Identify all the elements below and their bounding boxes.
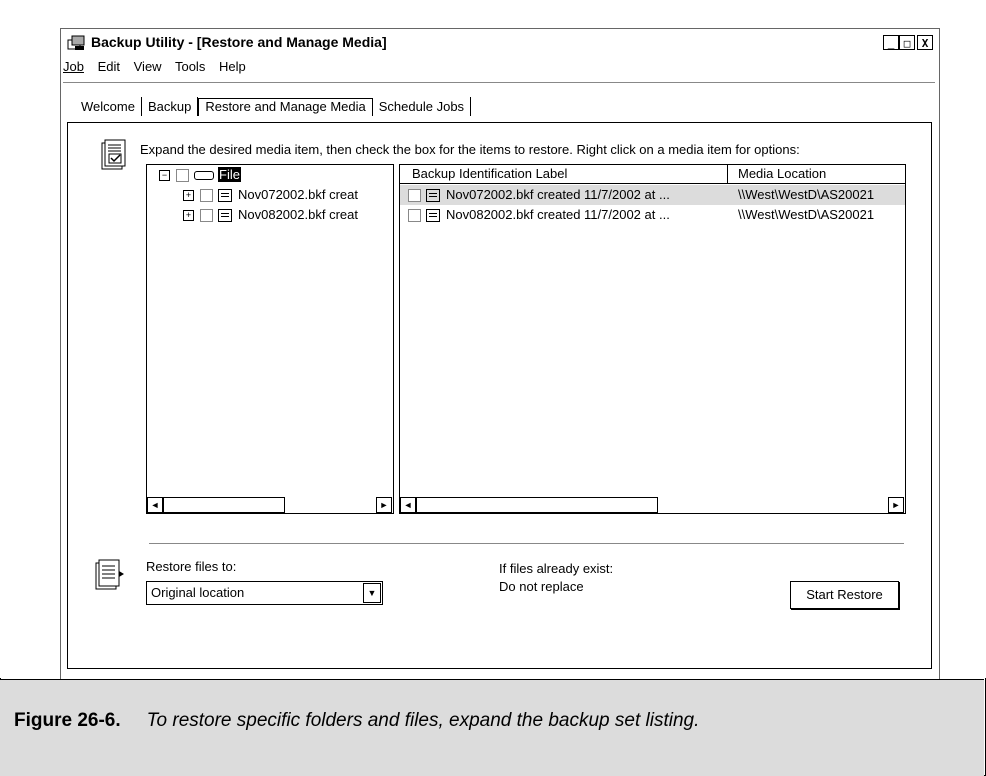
restore-location-value: Original location — [151, 585, 245, 600]
restore-files-to-label: Restore files to: — [146, 559, 237, 574]
instruction-text: Expand the desired media item, then chec… — [140, 142, 800, 157]
files-exist-label: If files already exist: — [499, 561, 614, 576]
tree-item-label: Nov072002.bkf creat — [238, 187, 358, 202]
menu-separator — [63, 82, 935, 84]
maximize-button[interactable]: □ — [899, 35, 915, 50]
backup-set-icon — [426, 209, 440, 223]
column-header-location[interactable]: Media Location — [738, 166, 826, 183]
row-location: \\West\WestD\AS20021 — [738, 207, 875, 222]
tree-item[interactable]: + Nov072002.bkf creat — [183, 187, 358, 205]
scroll-thumb[interactable] — [416, 497, 658, 513]
restore-separator — [149, 543, 904, 545]
media-tree-pane[interactable]: − File + Nov072002.bkf creat + Nov082002.bk… — [146, 164, 394, 514]
tab-backup[interactable]: Backup — [142, 97, 199, 116]
tree-item-checkbox[interactable] — [200, 189, 213, 203]
media-list-pane[interactable]: Backup Identification Label Media Locati… — [399, 164, 906, 514]
tab-restore-manage-media[interactable]: Restore and Manage Media — [198, 98, 373, 116]
drive-icon — [194, 171, 214, 181]
row-checkbox[interactable] — [408, 189, 421, 203]
scroll-right-arrow-icon[interactable]: ► — [888, 497, 904, 513]
scroll-left-arrow-icon[interactable]: ◄ — [147, 497, 163, 513]
menu-help[interactable]: Help — [219, 59, 246, 74]
backup-set-icon — [218, 209, 232, 223]
row-checkbox-cell[interactable]: Nov082002.bkf created 11/7/2002 at ... — [408, 207, 670, 223]
checklist-icon — [101, 139, 126, 170]
expand-icon[interactable]: + — [183, 190, 194, 202]
list-row[interactable]: Nov072002.bkf created 11/7/2002 at ... \… — [400, 185, 905, 205]
backup-utility-window: Backup Utility - [Restore and Manage Med… — [60, 28, 940, 687]
scroll-thumb[interactable] — [163, 497, 285, 513]
scroll-right-arrow-icon[interactable]: ► — [376, 497, 392, 513]
row-label: Nov072002.bkf created 11/7/2002 at ... — [446, 187, 670, 202]
backup-set-icon — [218, 189, 232, 203]
tree-root-label: File — [218, 167, 241, 182]
list-horizontal-scrollbar[interactable]: ◄ ► — [400, 497, 905, 513]
menu-edit[interactable]: Edit — [98, 59, 120, 74]
tree-root-row[interactable]: − File — [159, 167, 241, 185]
row-location: \\West\WestD\AS20021 — [738, 187, 875, 202]
backup-set-icon — [426, 189, 440, 203]
menu-view[interactable]: View — [134, 59, 162, 74]
tab-strip: Welcome Backup Restore and Manage Media Sch… — [75, 97, 472, 121]
tree-horizontal-scrollbar[interactable]: ◄ ► — [147, 497, 393, 513]
window-title: Backup Utility - [Restore and Manage Med… — [91, 34, 387, 50]
tree-item[interactable]: + Nov082002.bkf creat — [183, 207, 358, 225]
menu-job[interactable]: Job — [63, 59, 84, 74]
title-bar: Backup Utility - [Restore and Manage Med… — [63, 31, 935, 55]
scroll-left-arrow-icon[interactable]: ◄ — [400, 497, 416, 513]
restore-document-icon — [95, 559, 124, 590]
tab-welcome[interactable]: Welcome — [75, 97, 142, 116]
tab-schedule-jobs[interactable]: Schedule Jobs — [373, 97, 472, 116]
menu-tools[interactable]: Tools — [175, 59, 205, 74]
collapse-icon[interactable]: − — [159, 170, 170, 182]
tree-item-label: Nov082002.bkf creat — [238, 207, 358, 222]
chevron-down-icon[interactable]: ▼ — [363, 583, 381, 603]
column-header-label[interactable]: Backup Identification Label — [412, 166, 567, 183]
close-button[interactable]: X — [917, 35, 933, 50]
root-checkbox[interactable] — [176, 169, 189, 183]
minimize-button[interactable]: _ — [883, 35, 899, 50]
list-header: Backup Identification Label Media Locati… — [400, 165, 905, 184]
caption-body: To restore specific folders and files, e… — [146, 710, 700, 731]
tree-item-checkbox[interactable] — [200, 209, 213, 223]
figure-caption: Figure 26-6. To restore specific folders … — [0, 679, 984, 776]
backup-app-icon — [67, 35, 85, 50]
start-restore-button[interactable]: Start Restore — [790, 581, 899, 609]
figure-number: Figure 26-6. — [14, 710, 121, 731]
menu-job-label: Job — [63, 59, 84, 74]
row-label: Nov082002.bkf created 11/7/2002 at ... — [446, 207, 670, 222]
restore-location-dropdown[interactable]: Original location ▼ — [146, 581, 383, 605]
caption-text: Figure 26-6. To restore specific folders … — [14, 710, 699, 732]
row-checkbox-cell[interactable]: Nov072002.bkf created 11/7/2002 at ... — [408, 187, 670, 203]
menu-bar: Job Edit View Tools Help — [63, 59, 256, 79]
figure-area: Backup Utility - [Restore and Manage Med… — [0, 0, 986, 687]
row-checkbox[interactable] — [408, 209, 421, 223]
files-exist-value: Do not replace — [499, 579, 584, 594]
list-row[interactable]: Nov082002.bkf created 11/7/2002 at ... \… — [400, 205, 905, 225]
column-divider[interactable] — [727, 165, 728, 183]
expand-icon[interactable]: + — [183, 210, 194, 222]
